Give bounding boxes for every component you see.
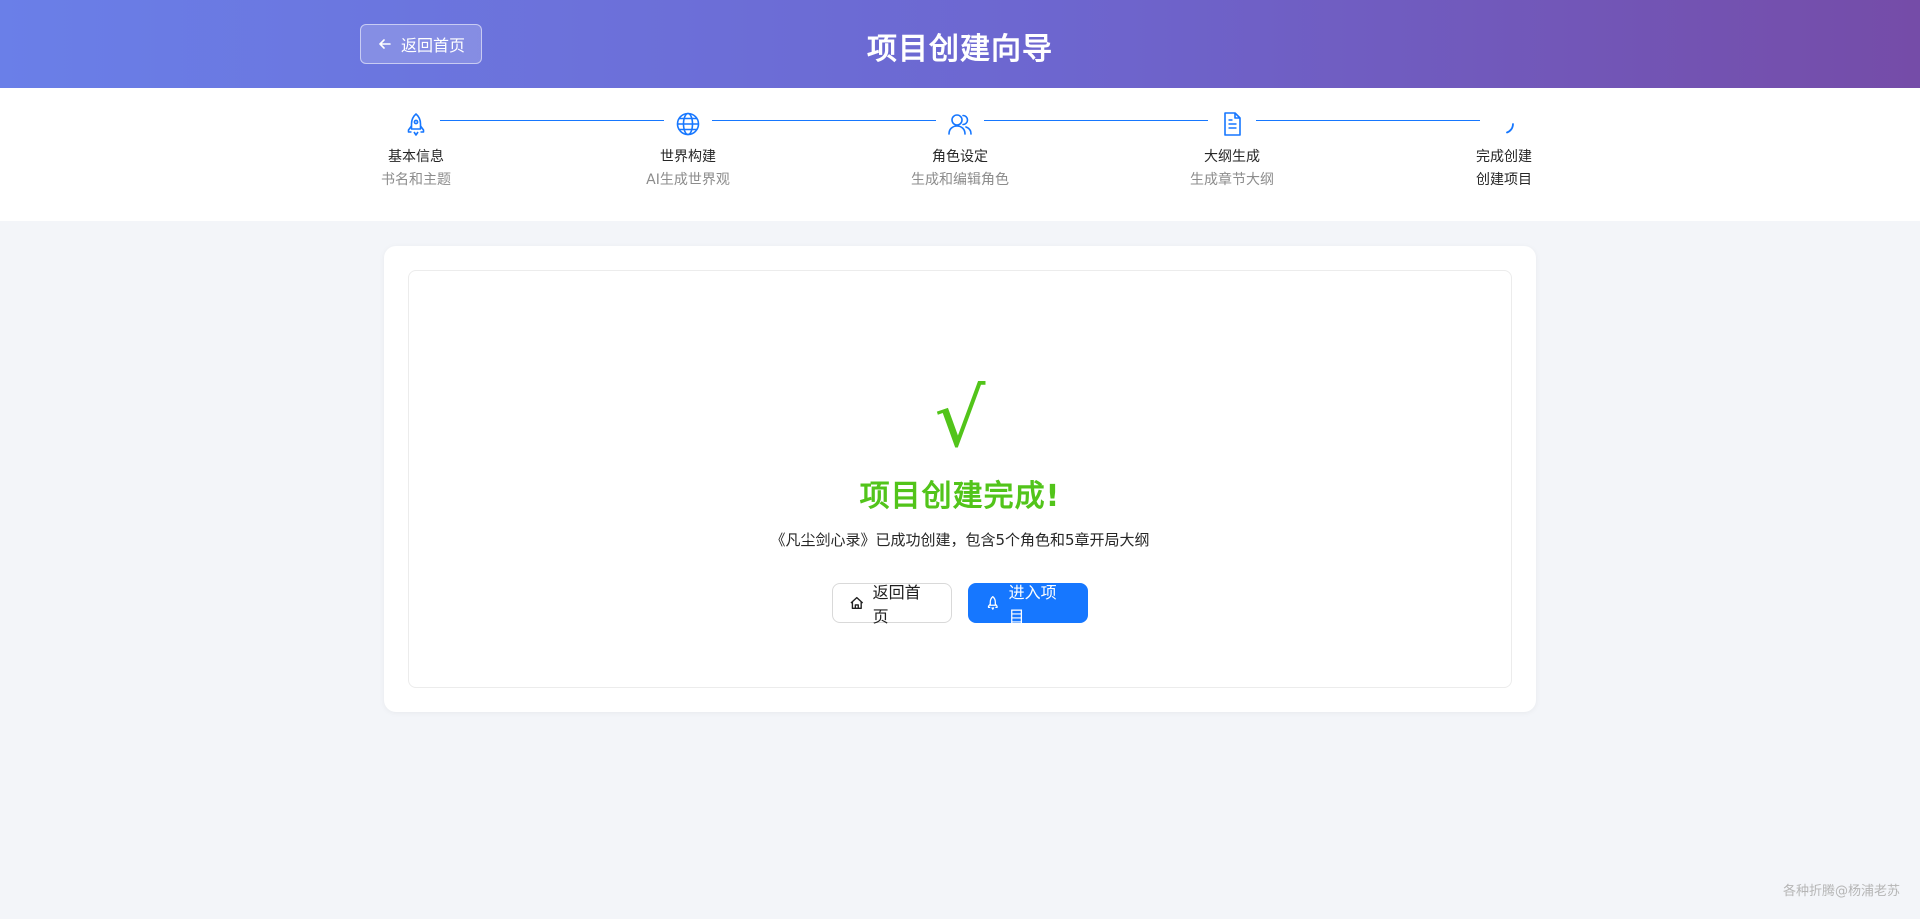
step-title: 角色设定 <box>932 149 988 165</box>
step-title: 大纲生成 <box>1204 149 1260 165</box>
result-card: √ 项目创建完成! 《凡尘剑心录》已成功创建，包含5个角色和5章开局大纲 返回首… <box>384 246 1536 712</box>
enter-project-label: 进入项目 <box>1008 583 1057 626</box>
step-world-building[interactable]: 世界构建 AI生成世界观 <box>608 110 768 189</box>
page-title: 项目创建向导 <box>867 32 1053 67</box>
step-description: 生成章节大纲 <box>1190 172 1274 188</box>
step-basic-info[interactable]: 基本信息 书名和主题 <box>336 110 496 189</box>
enter-project-button[interactable]: 进入项目 <box>968 583 1088 626</box>
step-title: 基本信息 <box>388 149 444 165</box>
result-actions: 返回首页 进入项目 <box>409 583 1511 626</box>
return-home-button[interactable]: 返回首页 <box>832 583 952 626</box>
wizard-header: 返回首页 项目创建向导 <box>0 0 1920 88</box>
home-icon <box>850 596 864 610</box>
result-description: 《凡尘剑心录》已成功创建，包含5个角色和5章开局大纲 <box>770 531 1150 549</box>
step-outline-generation[interactable]: 大纲生成 生成章节大纲 <box>1152 110 1312 189</box>
check-icon: √ <box>934 372 986 465</box>
step-description: AI生成世界观 <box>646 172 730 188</box>
step-finish-creation[interactable]: 完成创建 创建项目 <box>1424 110 1584 189</box>
result-panel: √ 项目创建完成! 《凡尘剑心录》已成功创建，包含5个角色和5章开局大纲 返回首… <box>408 270 1512 688</box>
watermark: 各种折腾@杨浦老苏 <box>1782 884 1900 899</box>
rocket-icon <box>402 110 430 138</box>
step-character-setup[interactable]: 角色设定 生成和编辑角色 <box>880 110 1040 189</box>
step-title: 世界构建 <box>660 149 716 165</box>
step-title: 完成创建 <box>1476 149 1532 165</box>
step-description: 创建项目 <box>1476 172 1532 188</box>
rocket-icon <box>987 596 998 610</box>
file-text-icon <box>1218 110 1246 138</box>
step-description: 生成和编辑角色 <box>911 172 1009 188</box>
loading-icon <box>1490 110 1518 138</box>
result-title: 项目创建完成! <box>859 479 1061 514</box>
return-home-label: 返回首页 <box>872 583 921 626</box>
globe-icon <box>674 110 702 138</box>
steps-bar: 基本信息 书名和主题 世界构建 AI生成世界观 角色设定 生成和编辑角色 大纲生… <box>0 88 1920 221</box>
users-icon <box>946 110 974 138</box>
step-description: 书名和主题 <box>381 172 451 188</box>
